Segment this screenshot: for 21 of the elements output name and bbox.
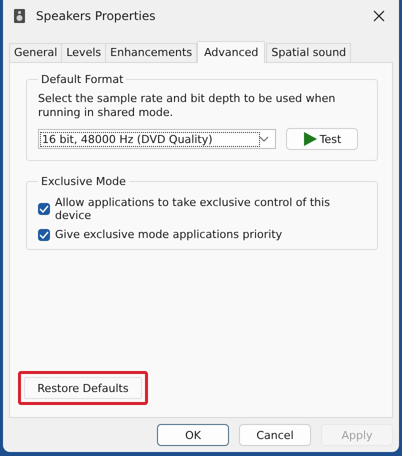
- play-icon: [302, 132, 317, 146]
- dialog-button[interactable]: OK: [157, 424, 229, 446]
- format-dropdown[interactable]: 16 bit, 48000 Hz (DVD Quality): [38, 129, 276, 149]
- chevron-icon: [259, 136, 269, 142]
- checkbox-label: Allow applications to take exclusive control of this device: [55, 196, 331, 222]
- checkbox[interactable]: [38, 228, 50, 240]
- test-button[interactable]: Test: [286, 128, 358, 150]
- group-title: Exclusive Mode: [40, 175, 127, 188]
- restore-defaults-button[interactable]: Restore Defaults: [24, 377, 142, 399]
- tab[interactable]: General: [9, 43, 62, 62]
- checkbox-label: Give exclusive mode applications priority: [55, 228, 282, 241]
- speaker-icon: [13, 8, 27, 24]
- tab[interactable]: Advanced: [197, 41, 266, 63]
- tab[interactable]: Spatial sound: [266, 43, 352, 62]
- window-title: Speakers Properties: [36, 9, 157, 23]
- group-title: Default Format: [40, 73, 124, 86]
- dialog-button[interactable]: Cancel: [239, 424, 311, 446]
- close-icon[interactable]: [373, 10, 385, 22]
- tab[interactable]: Enhancements: [105, 43, 198, 62]
- description-text: Select the sample rate and bit depth to be used when running in shared mode.: [38, 92, 336, 120]
- checkbox[interactable]: [38, 203, 50, 215]
